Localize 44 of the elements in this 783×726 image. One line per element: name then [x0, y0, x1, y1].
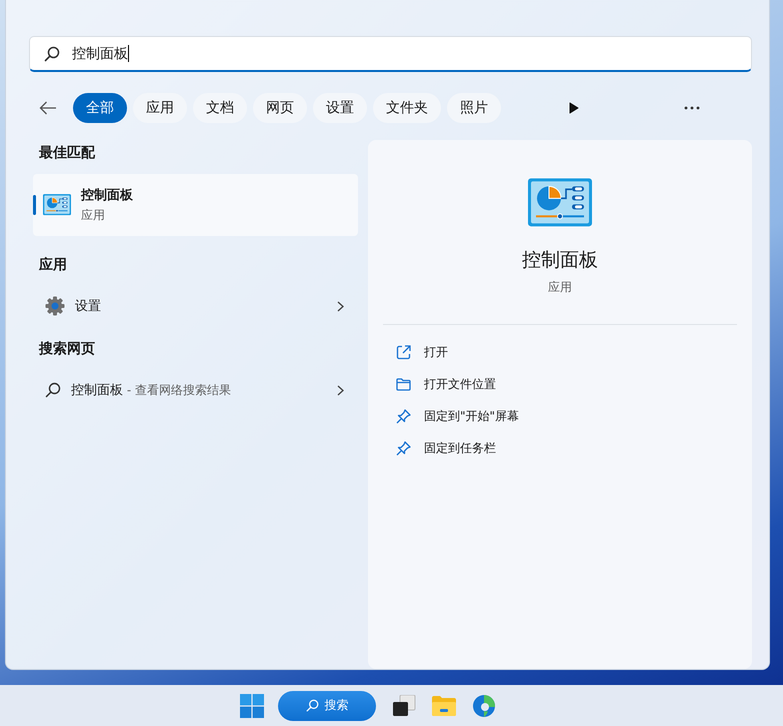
web-search-result[interactable]: 控制面板 - 查看网络搜索结果 [33, 370, 358, 410]
chevron-right-icon [337, 300, 344, 312]
filter-tab[interactable]: 文档 [193, 93, 247, 123]
start-button[interactable] [238, 692, 266, 720]
search-icon [44, 46, 60, 62]
search-text: 控制面板 [72, 44, 128, 62]
search-icon [306, 699, 318, 712]
filter-tab[interactable]: 全部 [73, 93, 127, 123]
action-item[interactable]: 固定到任务栏 [396, 432, 752, 465]
open-external-icon [396, 345, 411, 360]
folder-icon [431, 694, 457, 716]
control-panel-icon [43, 194, 71, 216]
more-options-icon[interactable] [684, 106, 700, 110]
app-name: 控制面板 [81, 187, 133, 204]
play-icon[interactable] [569, 102, 579, 114]
search-field[interactable]: 控制面板 [29, 36, 752, 72]
section-heading: 应用 [38, 256, 68, 274]
search-icon [45, 382, 61, 398]
taskbar-search-button[interactable]: 搜索 [278, 690, 376, 720]
action-item[interactable]: 打开 [396, 336, 752, 369]
app-title: 控制面板 [522, 248, 598, 273]
app-result[interactable]: 设置 [33, 286, 358, 326]
filter-tab[interactable]: 应用 [133, 93, 187, 123]
pin-icon [396, 441, 411, 456]
app-type: 应用 [548, 278, 572, 296]
action-item[interactable]: 打开文件位置 [396, 368, 752, 401]
control-panel-icon [528, 178, 592, 227]
filter-tab[interactable]: 照片 [447, 93, 501, 123]
section-heading: 搜索网页 [38, 340, 96, 358]
filter-tab[interactable]: 网页 [253, 93, 307, 123]
chevron-right-icon [337, 384, 344, 396]
windows-logo-icon [240, 694, 264, 718]
action-item[interactable]: 固定到"开始"屏幕 [396, 400, 752, 433]
back-arrow-icon[interactable] [39, 101, 57, 115]
folder-icon [396, 378, 411, 392]
best-match-item[interactable]: 控制面板 应用 [33, 174, 358, 236]
section-heading: 最佳匹配 [38, 144, 96, 162]
gear-icon [45, 296, 65, 316]
pin-icon [396, 409, 411, 424]
browser-icon [472, 694, 496, 718]
task-view-icon [392, 694, 416, 716]
filter-tab[interactable]: 设置 [313, 93, 367, 123]
app-type: 应用 [81, 207, 106, 224]
filter-tab[interactable]: 文件夹 [373, 93, 441, 123]
